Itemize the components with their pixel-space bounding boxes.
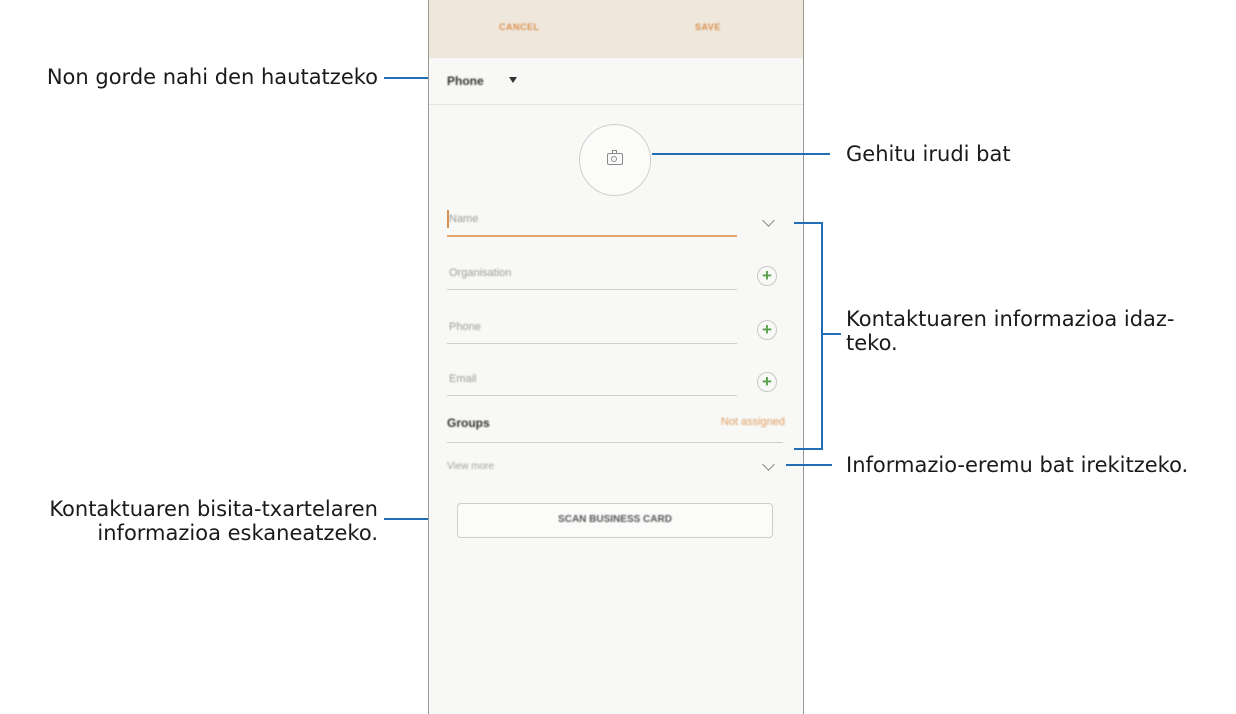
organisation-field-underline <box>447 289 737 290</box>
organisation-field[interactable]: Organisation <box>449 267 511 279</box>
name-field[interactable]: Name <box>449 213 478 225</box>
phone-screen: CANCEL SAVE Phone Name Organisation + Ph… <box>428 0 804 714</box>
plus-icon: + <box>762 320 772 339</box>
text-cursor <box>447 210 449 228</box>
annotation-contact-info-line2: teko. <box>846 331 898 355</box>
bracket-top <box>794 222 823 224</box>
callout-line-add-image <box>652 153 830 155</box>
annotation-storage: Non gorde nahi den hautatzeko <box>46 65 378 89</box>
scan-business-card-button[interactable]: SCAN BUSINESS CARD <box>457 503 773 538</box>
add-image-button[interactable] <box>579 124 651 196</box>
groups-value[interactable]: Not assigned <box>721 416 785 428</box>
scan-button-label: SCAN BUSINESS CARD <box>558 514 672 525</box>
annotation-scan-line2: informazioa eskaneatzeko. <box>97 521 378 545</box>
annotation-open-field: Informazio-eremu bat irekitzeko. <box>846 453 1189 477</box>
groups-label[interactable]: Groups <box>447 416 490 430</box>
bracket-pointer <box>821 333 841 335</box>
groups-underline <box>447 442 783 443</box>
plus-icon: + <box>762 266 772 285</box>
chevron-down-icon[interactable] <box>762 458 775 471</box>
add-email-button[interactable]: + <box>757 372 777 392</box>
bracket-vertical <box>821 222 823 450</box>
plus-icon: + <box>762 372 772 391</box>
email-field-underline <box>447 395 737 396</box>
bracket-bottom <box>794 448 823 450</box>
annotation-scan-line1: Kontaktuaren bisita-txartelaren <box>49 497 378 521</box>
phone-field-underline <box>447 343 737 344</box>
callout-line-open-field <box>786 464 832 466</box>
name-field-underline <box>447 235 737 237</box>
add-organisation-button[interactable]: + <box>757 266 777 286</box>
annotation-add-image: Gehitu irudi bat <box>846 142 1011 166</box>
top-bar: CANCEL SAVE <box>429 0 803 58</box>
save-button[interactable]: SAVE <box>695 22 721 32</box>
phone-field[interactable]: Phone <box>449 321 481 333</box>
chevron-down-icon[interactable] <box>762 214 775 227</box>
divider <box>429 104 803 105</box>
storage-selector[interactable]: Phone <box>447 74 484 88</box>
cancel-button[interactable]: CANCEL <box>499 22 540 32</box>
email-field[interactable]: Email <box>449 373 477 385</box>
annotation-contact-info-line1: Kontaktuaren informazioa idaz- <box>846 307 1175 331</box>
camera-icon <box>607 150 623 165</box>
dropdown-caret-icon[interactable] <box>509 77 517 83</box>
view-more-link[interactable]: View more <box>447 461 494 472</box>
add-phone-button[interactable]: + <box>757 320 777 340</box>
